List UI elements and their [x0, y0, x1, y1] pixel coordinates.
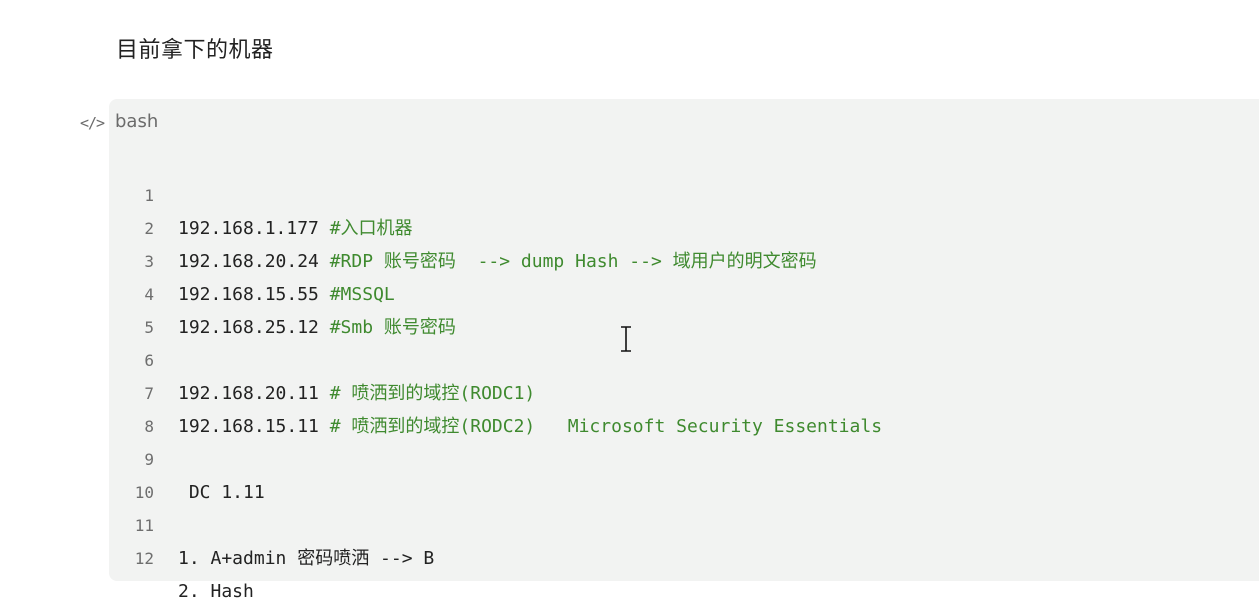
code-line[interactable]: 8: [109, 377, 1259, 436]
code-line[interactable]: 5: [109, 278, 1259, 337]
document-page: 目前拿下的机器 </> bash 1 192.168.1.177 #入口机器 2…: [0, 0, 1259, 603]
code-lines: 1 192.168.1.177 #入口机器 2 192.168.20.24 #R…: [109, 146, 1259, 602]
code-line[interactable]: 2 192.168.20.24 #RDP 账号密码 --> dump Hash …: [109, 179, 1259, 272]
code-brackets-icon[interactable]: </>: [80, 114, 105, 132]
line-number: 12: [134, 549, 154, 568]
section-heading: 目前拿下的机器: [116, 38, 274, 63]
code-line[interactable]: 1 192.168.1.177 #入口机器: [109, 146, 1259, 239]
code-line[interactable]: 7 192.168.15.11 # 喷洒到的域控(RODC2) Microsof…: [109, 344, 1259, 437]
code-line[interactable]: 6 192.168.20.11 # 喷洒到的域控(RODC1): [109, 311, 1259, 404]
text-cursor-icon: [621, 326, 631, 352]
code-line[interactable]: 11 1. A+admin 密码喷洒 --> B: [109, 476, 1259, 569]
code-line[interactable]: 4 192.168.25.12 #Smb 账号密码: [109, 245, 1259, 338]
code-line[interactable]: 9 DC 1.11: [109, 410, 1259, 503]
code-text: 1. A+admin 密码喷洒 --> B: [178, 548, 435, 569]
code-line[interactable]: 12 2. Hash: [109, 509, 1259, 602]
code-language-label[interactable]: bash: [115, 111, 158, 132]
code-text: 2. Hash: [178, 581, 254, 602]
code-line[interactable]: 3 192.168.15.55 #MSSQL: [109, 212, 1259, 305]
code-block[interactable]: bash 1 192.168.1.177 #入口机器 2 192.168.20.…: [109, 99, 1259, 602]
code-line[interactable]: 10: [109, 443, 1259, 502]
